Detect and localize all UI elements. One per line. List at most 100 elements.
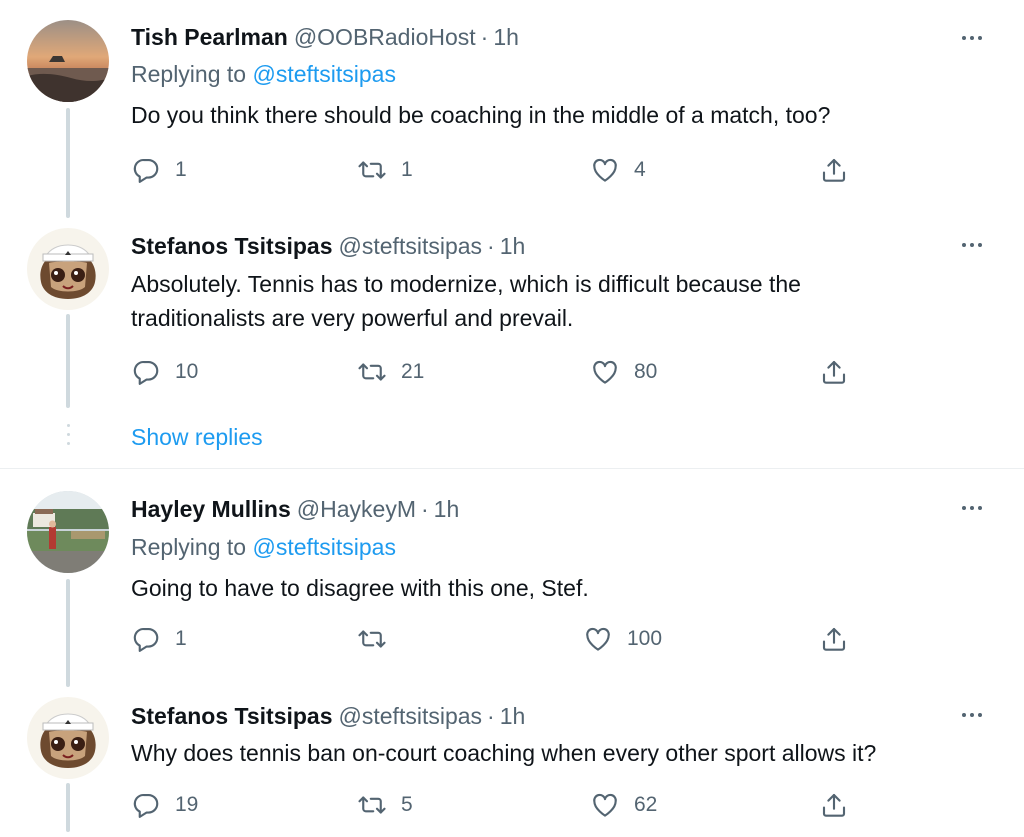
- like-button[interactable]: 62: [590, 787, 657, 823]
- more-icon[interactable]: [954, 493, 990, 523]
- reply-button[interactable]: 10: [131, 354, 198, 390]
- avatar[interactable]: [27, 697, 109, 779]
- separator: ·: [487, 233, 495, 259]
- avatar[interactable]: [27, 491, 109, 573]
- like-count: 62: [634, 793, 658, 816]
- replying-to: Replying to @steftsitsipas: [131, 534, 396, 561]
- thread-line: [66, 314, 70, 408]
- like-count: 4: [634, 158, 646, 181]
- like-button[interactable]: 4: [590, 152, 646, 188]
- reply-button[interactable]: 1: [131, 621, 187, 657]
- avatar-image: [27, 491, 109, 573]
- conversation-thread: Tish Pearlman @OOBRadioHost · 1h Replying t…: [0, 0, 1024, 469]
- tweet-text: Do you think there should be coaching in…: [131, 102, 831, 128]
- replies-feed: Tish Pearlman @OOBRadioHost · 1h Replying t…: [0, 0, 1024, 832]
- share-button[interactable]: [819, 787, 849, 823]
- reply-icon: [131, 357, 161, 387]
- more-icon[interactable]: [954, 23, 990, 53]
- tweet-header: Tish Pearlman @OOBRadioHost · 1h: [131, 24, 519, 51]
- separator: ·: [420, 496, 429, 522]
- show-replies-link[interactable]: Show replies: [131, 424, 263, 451]
- share-button[interactable]: [819, 152, 849, 188]
- share-icon: [819, 624, 849, 654]
- tweet-text: Why does tennis ban on-court coaching wh…: [131, 740, 877, 766]
- user-handle[interactable]: @OOBRadioHost: [294, 24, 476, 50]
- retweet-count: 1: [401, 158, 413, 181]
- like-icon: [590, 790, 620, 820]
- tweet-actions: 1 1 4: [131, 152, 871, 188]
- thread-line: [66, 108, 70, 218]
- more-icon[interactable]: [954, 700, 990, 730]
- like-icon: [583, 624, 613, 654]
- more-icon[interactable]: [954, 230, 990, 260]
- display-name[interactable]: Stefanos Tsitsipas: [131, 233, 333, 259]
- share-icon: [819, 790, 849, 820]
- tweet[interactable]: Tish Pearlman @OOBRadioHost · 1h Replying t…: [0, 20, 1024, 200]
- reply-button[interactable]: 19: [131, 787, 198, 823]
- reply-icon: [131, 155, 161, 185]
- thread-line: [66, 783, 70, 832]
- replying-prefix: Replying to: [131, 534, 247, 560]
- tweet-text-line: Absolutely. Tennis has to modernize, whi…: [131, 271, 801, 297]
- reply-count: 19: [175, 793, 199, 816]
- display-name[interactable]: Hayley Mullins: [131, 496, 291, 522]
- avatar[interactable]: [27, 228, 109, 310]
- like-count: 100: [627, 627, 663, 650]
- retweet-button[interactable]: 1: [357, 152, 413, 188]
- user-handle[interactable]: @steftsitsipas: [339, 703, 483, 729]
- tweet-text: Absolutely. Tennis has to modernize, whi…: [131, 267, 981, 335]
- timestamp[interactable]: 1h: [500, 703, 526, 729]
- retweet-icon: [357, 357, 387, 387]
- retweet-button[interactable]: 21: [357, 354, 424, 390]
- user-handle[interactable]: @steftsitsipas: [339, 233, 483, 259]
- tweet-text: Going to have to disagree with this one,…: [131, 575, 589, 601]
- reply-count: 1: [175, 158, 187, 181]
- thread-line: [66, 579, 70, 687]
- avatar-image: [27, 20, 109, 102]
- display-name[interactable]: Stefanos Tsitsipas: [131, 703, 333, 729]
- timestamp[interactable]: 1h: [500, 233, 526, 259]
- reply-button[interactable]: 1: [131, 152, 187, 188]
- retweet-icon: [357, 155, 387, 185]
- share-icon: [819, 155, 849, 185]
- replying-to: Replying to @steftsitsipas: [131, 61, 396, 88]
- timestamp[interactable]: 1h: [434, 496, 460, 522]
- reply-icon: [131, 624, 161, 654]
- tweet-text-line: traditionalists are very powerful and pr…: [131, 305, 574, 331]
- avatar[interactable]: [27, 20, 109, 102]
- avatar-image: [27, 228, 109, 310]
- display-name[interactable]: Tish Pearlman: [131, 24, 288, 50]
- tweet-header: Stefanos Tsitsipas @steftsitsipas · 1h: [131, 703, 525, 730]
- tweet-header: Hayley Mullins @HaykeyM · 1h: [131, 496, 459, 523]
- tweet[interactable]: Stefanos Tsitsipas @steftsitsipas · 1h Abso…: [0, 228, 1024, 408]
- reply-count: 10: [175, 360, 199, 383]
- like-icon: [590, 155, 620, 185]
- timestamp[interactable]: 1h: [493, 24, 519, 50]
- like-button[interactable]: 100: [583, 621, 662, 657]
- tweet-actions: 19 5 62: [131, 787, 871, 823]
- retweet-count: 21: [401, 360, 425, 383]
- share-button[interactable]: [819, 621, 849, 657]
- separator: ·: [480, 24, 489, 50]
- retweet-button[interactable]: [357, 621, 401, 657]
- tweet[interactable]: Stefanos Tsitsipas @steftsitsipas · 1h Why …: [0, 697, 1024, 837]
- tweet-actions: 1 100: [131, 621, 871, 657]
- reply-icon: [131, 790, 161, 820]
- avatar-image: [27, 697, 109, 779]
- retweet-count: 5: [401, 793, 413, 816]
- like-icon: [590, 357, 620, 387]
- like-count: 80: [634, 360, 658, 383]
- like-button[interactable]: 80: [590, 354, 657, 390]
- retweet-icon: [357, 624, 387, 654]
- tweet-actions: 10 21 80: [131, 354, 871, 390]
- replying-prefix: Replying to: [131, 61, 247, 87]
- share-button[interactable]: [819, 354, 849, 390]
- user-handle[interactable]: @HaykeyM: [297, 496, 416, 522]
- tweet-header: Stefanos Tsitsipas @steftsitsipas · 1h: [131, 233, 525, 260]
- retweet-button[interactable]: 5: [357, 787, 413, 823]
- separator: ·: [487, 703, 495, 729]
- replying-to-link[interactable]: @steftsitsipas: [252, 534, 396, 560]
- replying-to-link[interactable]: @steftsitsipas: [252, 61, 396, 87]
- share-icon: [819, 357, 849, 387]
- tweet[interactable]: Hayley Mullins @HaykeyM · 1h Replying to @s…: [0, 491, 1024, 671]
